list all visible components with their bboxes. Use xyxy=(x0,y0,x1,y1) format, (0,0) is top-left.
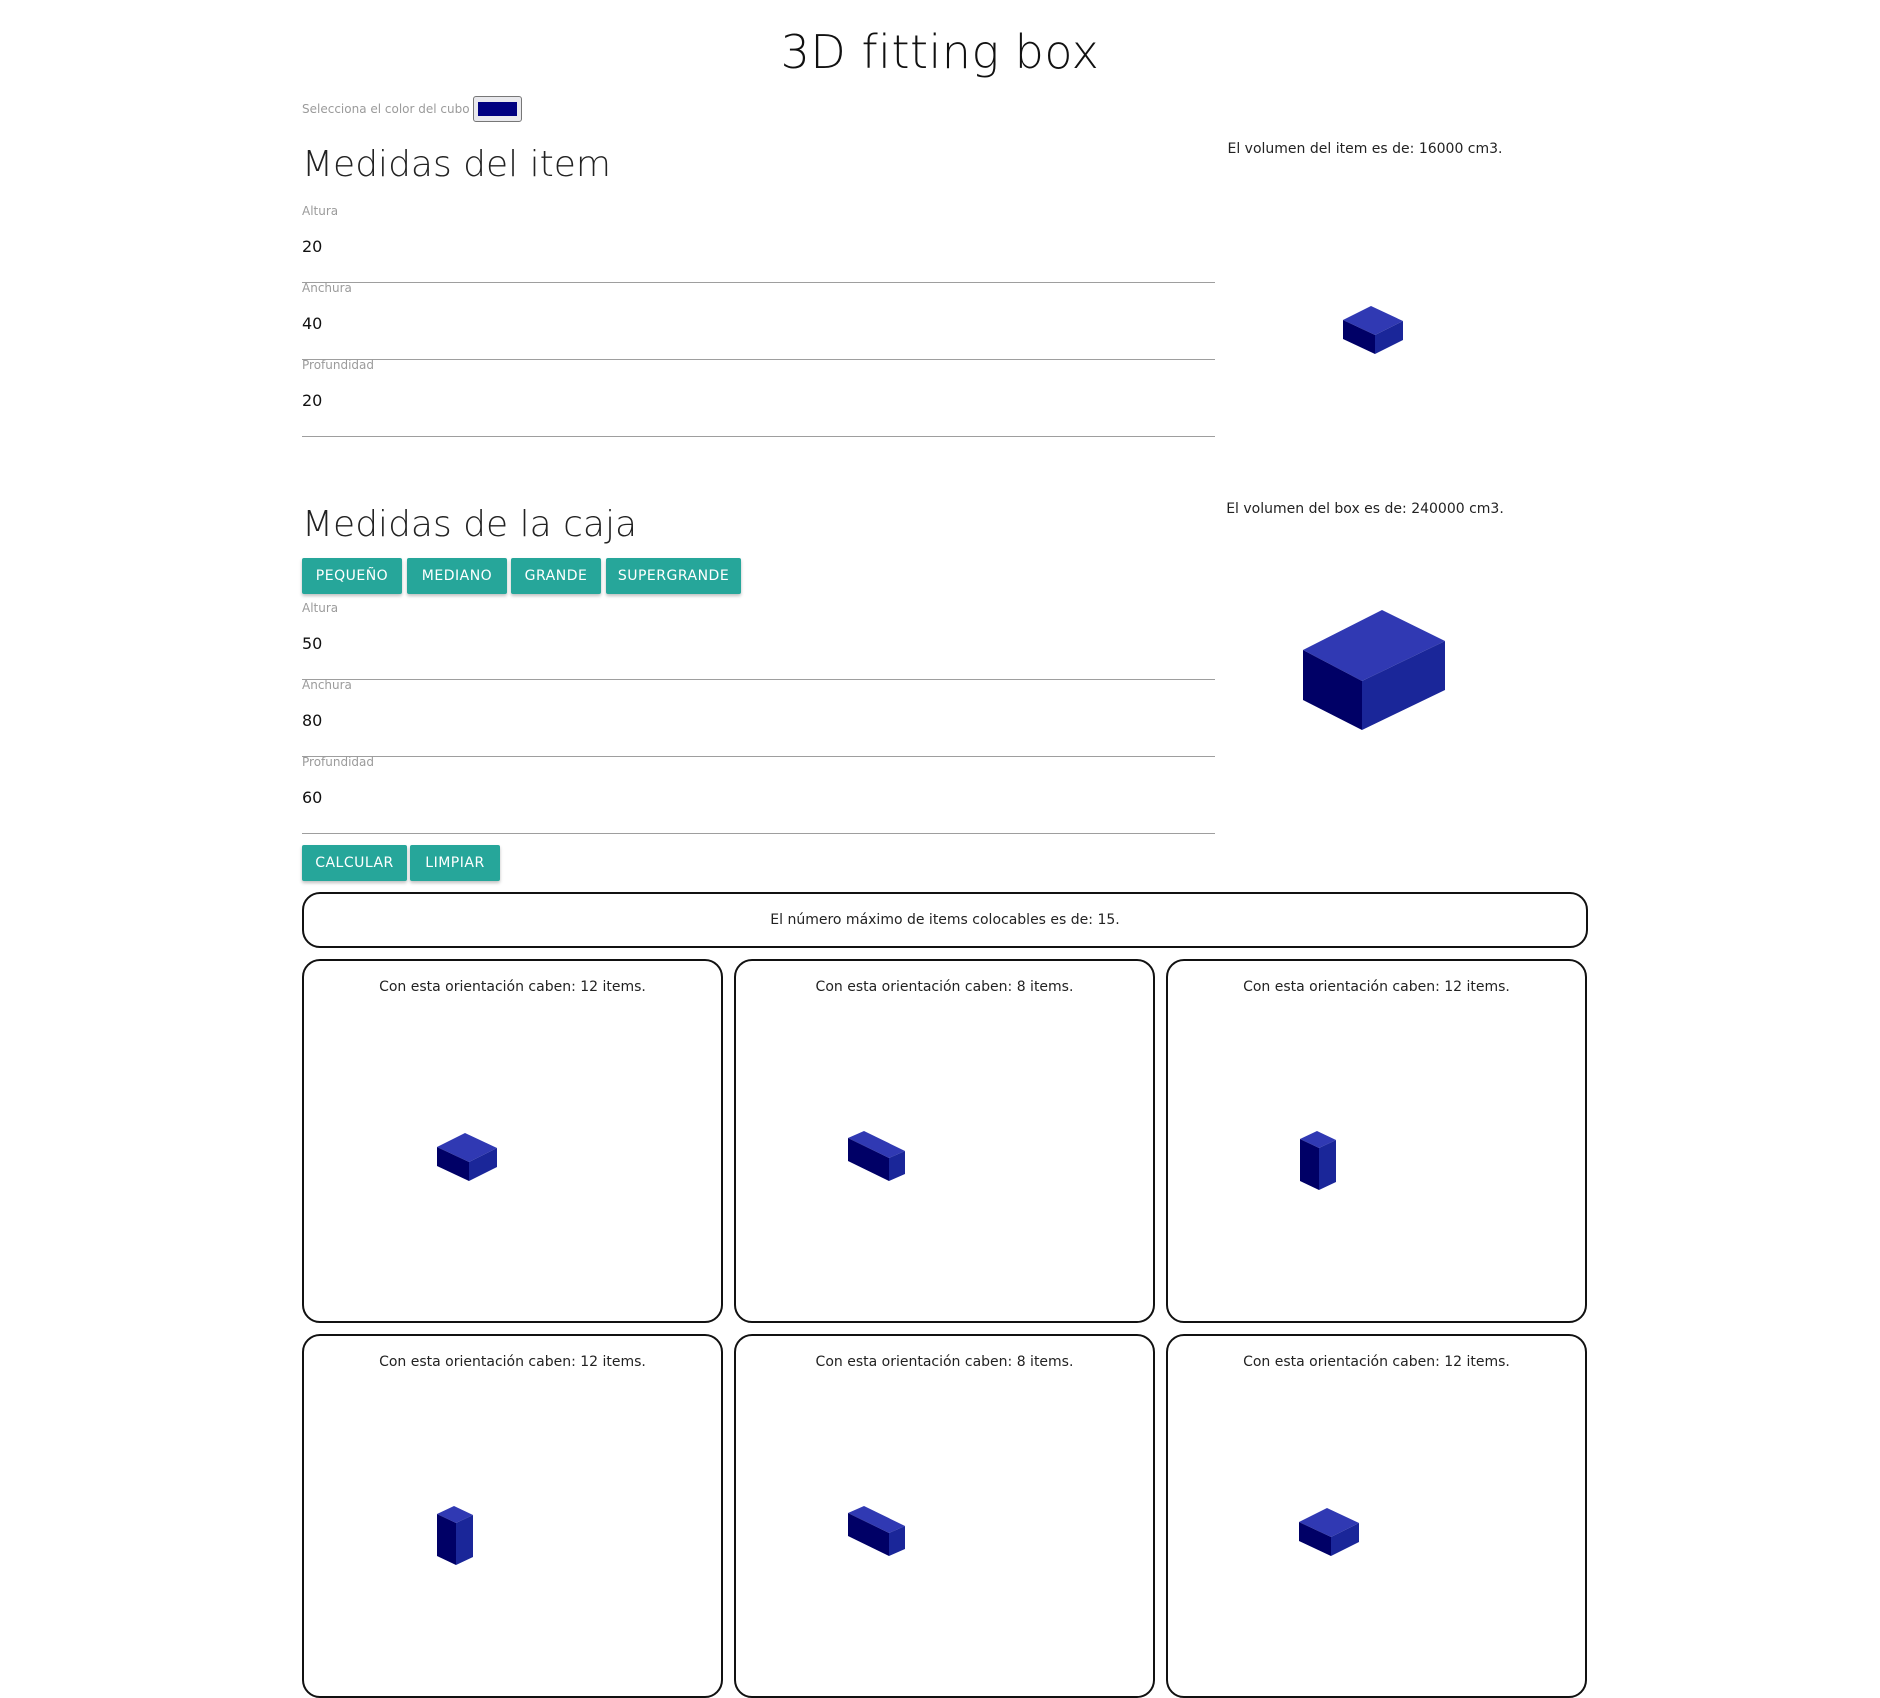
cube-color-picker[interactable] xyxy=(472,96,522,122)
preset-medium-button[interactable]: MEDIANO xyxy=(407,558,507,594)
max-items-card: El número máximo de items colocables es … xyxy=(302,892,1588,948)
box-height-input[interactable] xyxy=(302,627,1215,659)
page-title: 3D fitting box xyxy=(780,25,1100,79)
orientation-cube xyxy=(848,1131,905,1181)
box-width-label: Anchura xyxy=(302,678,352,692)
orientation-cube xyxy=(848,1506,905,1556)
box-width-input[interactable] xyxy=(302,704,1215,736)
orientation-count-text: Con esta orientación caben: 12 items. xyxy=(379,1354,646,1370)
orientation-cube xyxy=(1299,1508,1359,1556)
cube-left-face xyxy=(437,1514,456,1565)
orientation-card: Con esta orientación caben: 12 items. xyxy=(302,1334,723,1698)
box-depth-input[interactable] xyxy=(302,781,1215,813)
orientation-count-text: Con esta orientación caben: 12 items. xyxy=(1243,979,1510,995)
box-depth-label: Profundidad xyxy=(302,755,375,769)
box-depth-field: Profundidad xyxy=(302,755,1215,834)
orientation-count-text: Con esta orientación caben: 12 items. xyxy=(379,979,646,995)
item-width-input[interactable] xyxy=(302,307,1215,339)
preset-extra-large-button[interactable]: SUPERGRANDE xyxy=(606,558,741,594)
orientation-card: Con esta orientación caben: 8 items. xyxy=(734,1334,1155,1698)
calculate-button[interactable]: CALCULAR xyxy=(302,845,407,881)
box-volume-text: El volumen del box es de: 240000 cm3. xyxy=(1226,501,1504,517)
item-depth-field: Profundidad xyxy=(302,358,1215,437)
box-height-label: Altura xyxy=(302,601,339,615)
item-width-label: Anchura xyxy=(302,281,352,295)
orientation-cube xyxy=(437,1506,473,1565)
preset-small-button[interactable]: PEQUEÑO xyxy=(302,558,402,594)
preset-large-button[interactable]: GRANDE xyxy=(511,558,601,594)
app-page: 3D fitting box Selecciona el color del c… xyxy=(0,0,1880,1698)
cube-right-face xyxy=(456,1515,473,1565)
item-section-heading: Medidas del item xyxy=(302,144,611,185)
orientation-count-text: Con esta orientación caben: 8 items. xyxy=(815,979,1074,995)
item-cube-preview xyxy=(1343,306,1403,354)
box-width-field: Anchura xyxy=(302,678,1215,757)
orientation-cube xyxy=(437,1133,497,1181)
item-height-input[interactable] xyxy=(302,230,1215,262)
item-volume-text: El volumen del item es de: 16000 cm3. xyxy=(1227,141,1503,157)
item-depth-label: Profundidad xyxy=(302,358,375,372)
selected-color-swatch xyxy=(477,102,517,116)
item-height-field: Altura xyxy=(302,204,1215,283)
max-items-text: El número máximo de items colocables es … xyxy=(770,912,1120,928)
orientation-card: Con esta orientación caben: 8 items. xyxy=(734,959,1155,1323)
cube-right-face xyxy=(1319,1140,1336,1190)
orientation-card: Con esta orientación caben: 12 items. xyxy=(1166,959,1587,1323)
item-depth-input[interactable] xyxy=(302,384,1215,416)
orientation-count-text: Con esta orientación caben: 12 items. xyxy=(1243,1354,1510,1370)
item-width-field: Anchura xyxy=(302,281,1215,360)
cube-left-face xyxy=(1300,1139,1319,1190)
orientation-cube xyxy=(1300,1131,1336,1190)
item-height-label: Altura xyxy=(302,204,339,218)
box-section-heading: Medidas de la caja xyxy=(302,504,638,545)
box-cube-preview xyxy=(1303,610,1445,730)
clear-button[interactable]: LIMPIAR xyxy=(410,845,500,881)
orientation-card: Con esta orientación caben: 12 items. xyxy=(1166,1334,1587,1698)
color-picker-row: Selecciona el color del cubo xyxy=(302,96,522,122)
orientation-count-text: Con esta orientación caben: 8 items. xyxy=(815,1354,1074,1370)
box-height-field: Altura xyxy=(302,601,1215,680)
color-picker-label: Selecciona el color del cubo xyxy=(302,102,470,116)
orientation-card: Con esta orientación caben: 12 items. xyxy=(302,959,723,1323)
